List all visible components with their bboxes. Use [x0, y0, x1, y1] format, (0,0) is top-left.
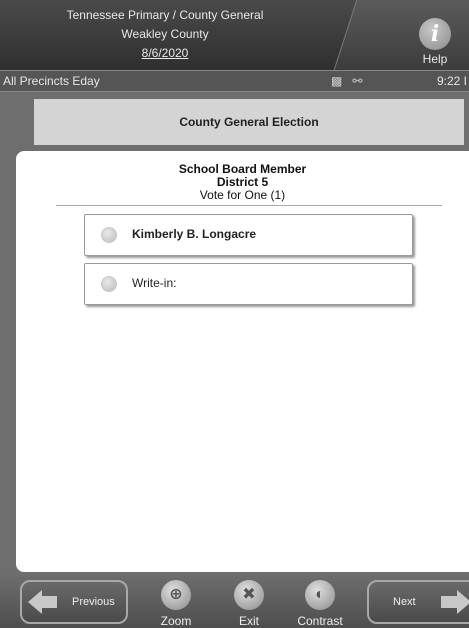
write-in-label: Write-in:	[132, 276, 177, 290]
election-date: 8/6/2020	[141, 46, 189, 60]
ballot-panel: School Board Member District 5 Vote for …	[16, 151, 469, 572]
status-icons: ▩ ⚯	[331, 71, 362, 91]
exit-button[interactable]: ✖ Exit	[219, 580, 279, 628]
candidate-option[interactable]: Kimberly B. Longacre	[84, 214, 413, 256]
radio-button[interactable]	[101, 227, 117, 243]
election-name: Tennessee Primary / County General	[66, 8, 264, 22]
magnifier-icon: ⊕	[161, 580, 191, 610]
clock-time: 9:22 I	[436, 74, 467, 88]
help-button[interactable]: i Help	[415, 18, 455, 66]
zoom-label: Zoom	[160, 614, 192, 628]
printer-icon: ▩	[331, 74, 343, 88]
contrast-button[interactable]: ◐ Contrast	[290, 580, 350, 628]
write-in-option[interactable]: Write-in:	[84, 263, 413, 305]
close-icon: ✖	[234, 580, 264, 610]
status-bar: All Precincts Eday ▩ ⚯ 9:22 I	[0, 70, 469, 92]
exit-label: Exit	[238, 614, 259, 628]
footer-toolbar: Previous ⊕ Zoom ✖ Exit ◐ Contrast Next	[0, 575, 469, 628]
arrow-right-icon	[441, 590, 469, 614]
contrast-icon: ◐	[305, 580, 335, 610]
radio-button[interactable]	[101, 276, 117, 292]
election-info: Tennessee Primary / County General Weakl…	[0, 6, 330, 63]
next-button[interactable]: Next	[367, 580, 469, 624]
candidate-name: Kimberly B. Longacre	[132, 227, 257, 241]
previous-label: Previous	[72, 596, 115, 608]
info-icon: i	[419, 18, 451, 50]
contest-header: School Board Member District 5 Vote for …	[16, 163, 469, 202]
help-label: Help	[422, 52, 448, 66]
previous-button[interactable]: Previous	[20, 580, 128, 624]
next-label: Next	[393, 596, 416, 608]
header: Tennessee Primary / County General Weakl…	[0, 0, 469, 70]
precinct-label: All Precincts Eday	[3, 74, 100, 88]
power-plug-icon: ⚯	[352, 74, 363, 88]
contrast-label: Contrast	[297, 614, 343, 628]
zoom-button[interactable]: ⊕ Zoom	[146, 580, 206, 628]
vote-instruction: Vote for One (1)	[199, 188, 286, 202]
election-title: County General Election	[34, 99, 464, 145]
divider	[56, 205, 442, 206]
county-name: Weakley County	[121, 27, 209, 41]
arrow-left-icon	[28, 590, 57, 614]
